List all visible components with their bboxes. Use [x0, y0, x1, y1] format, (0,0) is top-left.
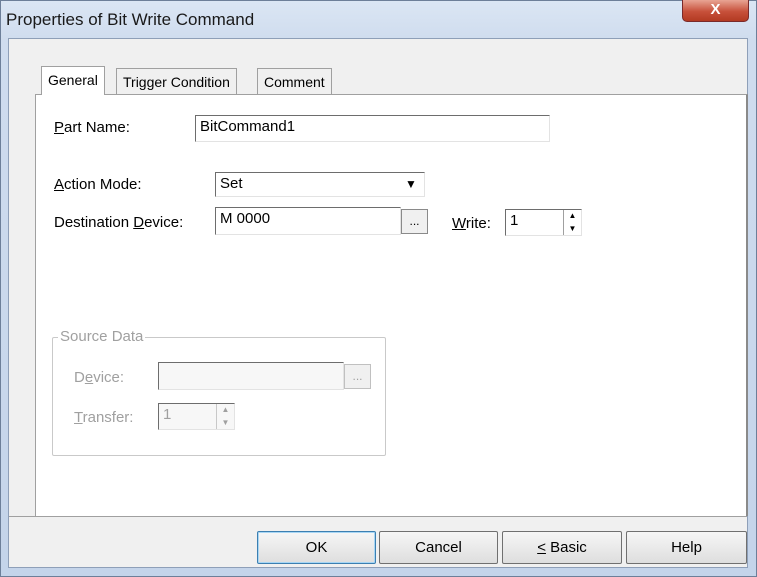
basic-button[interactable]: < Basic	[502, 531, 622, 564]
title-bar[interactable]: Properties of Bit Write Command	[0, 0, 755, 38]
close-button[interactable]: X	[682, 0, 749, 22]
triangle-down-icon: ▼	[221, 417, 230, 427]
source-data-caption: Source Data	[58, 328, 146, 345]
chevron-down-icon[interactable]: ▼	[400, 174, 422, 195]
triangle-up-icon[interactable]: ▲	[564, 210, 581, 223]
close-icon: X	[710, 1, 721, 18]
tab-trigger-condition[interactable]: Trigger Condition	[116, 68, 237, 95]
destination-device-browse-button[interactable]: ...	[401, 209, 428, 234]
transfer-value: 1	[163, 406, 172, 423]
tab-general-label: General	[48, 72, 98, 88]
destination-device-input[interactable]: M 0000	[215, 207, 401, 235]
part-name-label: Part Name:	[54, 119, 130, 136]
source-device-browse-button: ...	[344, 364, 371, 389]
write-label: Write:	[452, 215, 491, 232]
button-bar-divider	[9, 516, 747, 517]
write-spin-buttons[interactable]: ▲ ▼	[563, 210, 581, 235]
source-data-group	[52, 337, 386, 456]
action-mode-value: Set	[220, 175, 243, 192]
triangle-up-icon: ▲	[221, 405, 230, 414]
window-title: Properties of Bit Write Command	[6, 10, 255, 29]
transfer-label: Transfer:	[74, 409, 134, 426]
ok-button[interactable]: OK	[257, 531, 376, 564]
cancel-button[interactable]: Cancel	[379, 531, 498, 564]
action-mode-select[interactable]: Set	[215, 172, 425, 197]
transfer-spin-buttons: ▲ ▼	[216, 404, 234, 429]
triangle-down-icon[interactable]: ▼	[564, 223, 581, 236]
part-name-input[interactable]: BitCommand1	[195, 115, 550, 142]
tab-trigger-condition-label: Trigger Condition	[123, 74, 230, 90]
help-button[interactable]: Help	[626, 531, 747, 564]
tab-general[interactable]: General	[41, 66, 105, 95]
write-value: 1	[510, 212, 519, 229]
write-spinner[interactable]: 1 ▲ ▼	[505, 209, 582, 236]
action-mode-label: Action Mode:	[54, 176, 142, 193]
tab-comment[interactable]: Comment	[257, 68, 332, 95]
source-device-input	[158, 362, 344, 390]
source-device-label: Device:	[74, 369, 125, 386]
transfer-spinner: 1 ▲ ▼	[158, 403, 235, 430]
destination-device-label: Destination Device:	[54, 214, 184, 231]
tab-comment-label: Comment	[264, 74, 325, 90]
